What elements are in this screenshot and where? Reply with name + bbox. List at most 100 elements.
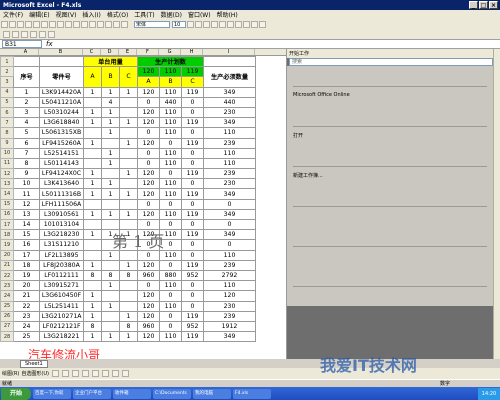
cell[interactable]: 1 <box>119 117 138 129</box>
cell[interactable]: 12 <box>13 198 40 210</box>
cell[interactable]: L5061315XB <box>39 127 84 139</box>
cell[interactable]: L30910561 <box>39 208 84 221</box>
align-left-icon[interactable] <box>211 20 218 28</box>
cell[interactable]: 22 <box>13 300 40 312</box>
cell[interactable]: 4 <box>101 96 120 108</box>
cell[interactable]: L50310244 <box>39 106 84 119</box>
cell[interactable]: 1 <box>83 331 102 343</box>
cell[interactable]: 19 <box>13 269 40 282</box>
cell[interactable]: 1 <box>119 86 138 98</box>
cell[interactable]: 239 <box>203 137 256 149</box>
cell[interactable]: 230 <box>203 178 256 190</box>
cell[interactable] <box>101 198 120 210</box>
cell[interactable]: 110 <box>159 331 182 343</box>
cell[interactable]: L5L251411 <box>39 300 84 312</box>
cell[interactable]: 1 <box>83 259 102 271</box>
cell[interactable] <box>119 157 138 170</box>
cell[interactable]: 101013104 <box>39 218 84 231</box>
cell[interactable]: 230 <box>203 106 256 119</box>
unit-b-header[interactable]: B <box>101 66 120 88</box>
row-header[interactable]: 25 <box>0 300 14 312</box>
cell[interactable]: 1912 <box>203 320 256 333</box>
cell[interactable]: 8 <box>13 157 40 170</box>
cell[interactable] <box>101 168 120 180</box>
cell[interactable] <box>119 290 138 302</box>
fill-color-icon[interactable] <box>251 20 258 28</box>
cell[interactable]: 120 <box>137 259 160 271</box>
font-size-select[interactable]: 10 <box>172 20 186 28</box>
cell[interactable]: 8 <box>119 269 138 282</box>
plan-value-b[interactable]: 110 <box>159 66 182 78</box>
unit-c-header[interactable]: C <box>119 66 138 88</box>
cell[interactable]: 0 <box>181 239 204 251</box>
wordart-icon[interactable] <box>101 370 109 377</box>
cell[interactable]: 880 <box>159 269 182 282</box>
cell[interactable] <box>101 137 120 149</box>
cell[interactable] <box>101 259 120 271</box>
cell[interactable]: 119 <box>181 168 204 180</box>
cell[interactable]: 440 <box>159 96 182 108</box>
cell[interactable] <box>83 96 102 108</box>
fill-icon[interactable] <box>111 370 119 377</box>
cell[interactable] <box>83 157 102 170</box>
taskbar-item[interactable]: C:\Documents <box>153 388 191 399</box>
cell[interactable]: 1 <box>83 229 102 241</box>
cell[interactable]: 1 <box>119 208 138 221</box>
textbox-icon[interactable] <box>91 370 99 377</box>
row-header[interactable]: 4 <box>0 86 14 98</box>
cell[interactable]: 349 <box>203 331 256 343</box>
cell[interactable]: 1 <box>101 300 120 312</box>
cell[interactable]: 349 <box>203 86 256 98</box>
cell[interactable]: 0 <box>181 218 204 231</box>
cell[interactable]: 110 <box>159 127 182 139</box>
cell[interactable]: 119 <box>181 86 204 98</box>
menu-insert[interactable]: 插入(I) <box>79 10 103 19</box>
menu-help[interactable]: 帮助(H) <box>214 10 241 19</box>
cell[interactable]: L3G210271A <box>39 310 84 322</box>
cell[interactable]: 1 <box>101 188 120 200</box>
cell[interactable]: 1 <box>119 259 138 271</box>
cell[interactable]: 120 <box>137 188 160 200</box>
cell[interactable]: 110 <box>203 127 256 139</box>
toolbar-icon[interactable] <box>12 30 19 38</box>
menu-edit[interactable]: 编辑(E) <box>26 10 52 19</box>
cell[interactable] <box>83 147 102 159</box>
toolbar-icon[interactable] <box>48 30 55 38</box>
row-header[interactable]: 23 <box>0 280 14 292</box>
cell[interactable]: 1 <box>83 188 102 200</box>
cell[interactable]: 8 <box>119 320 138 333</box>
cell[interactable]: 2792 <box>203 269 256 282</box>
plan-a-header[interactable]: A <box>137 76 160 88</box>
cell[interactable]: 1 <box>101 157 120 170</box>
cell[interactable]: 1 <box>83 106 102 119</box>
column-header[interactable]: B <box>39 49 83 55</box>
cell[interactable]: 0 <box>159 290 182 302</box>
cell[interactable]: LF9415260A <box>39 137 84 149</box>
cell[interactable]: 119 <box>181 310 204 322</box>
cell[interactable] <box>119 300 138 312</box>
part-header[interactable]: 零件号 <box>39 66 84 88</box>
row-header[interactable]: 27 <box>0 320 14 333</box>
cell[interactable]: L3G618840 <box>39 117 84 129</box>
menu-view[interactable]: 视图(V) <box>53 10 80 19</box>
cell[interactable]: 2 <box>13 96 40 108</box>
cell[interactable]: 1 <box>83 290 102 302</box>
cell[interactable]: 0 <box>159 198 182 210</box>
cell[interactable]: 1 <box>83 178 102 190</box>
open-icon[interactable] <box>9 20 16 28</box>
cell[interactable]: 119 <box>181 208 204 221</box>
cell[interactable]: 0 <box>181 249 204 261</box>
cell[interactable]: 13 <box>13 208 40 221</box>
cell[interactable] <box>119 106 138 119</box>
align-right-icon[interactable] <box>227 20 234 28</box>
cell[interactable]: 110 <box>203 157 256 170</box>
cell[interactable]: 0 <box>181 280 204 292</box>
cell[interactable]: 1 <box>83 117 102 129</box>
toolbar-icon[interactable] <box>39 30 46 38</box>
borders-icon[interactable] <box>243 20 250 28</box>
cell[interactable]: 0 <box>137 127 160 139</box>
cell[interactable]: 0 <box>159 137 182 149</box>
cell[interactable]: 120 <box>137 117 160 129</box>
maximize-button[interactable]: □ <box>479 1 488 9</box>
copy-icon[interactable] <box>57 20 64 28</box>
